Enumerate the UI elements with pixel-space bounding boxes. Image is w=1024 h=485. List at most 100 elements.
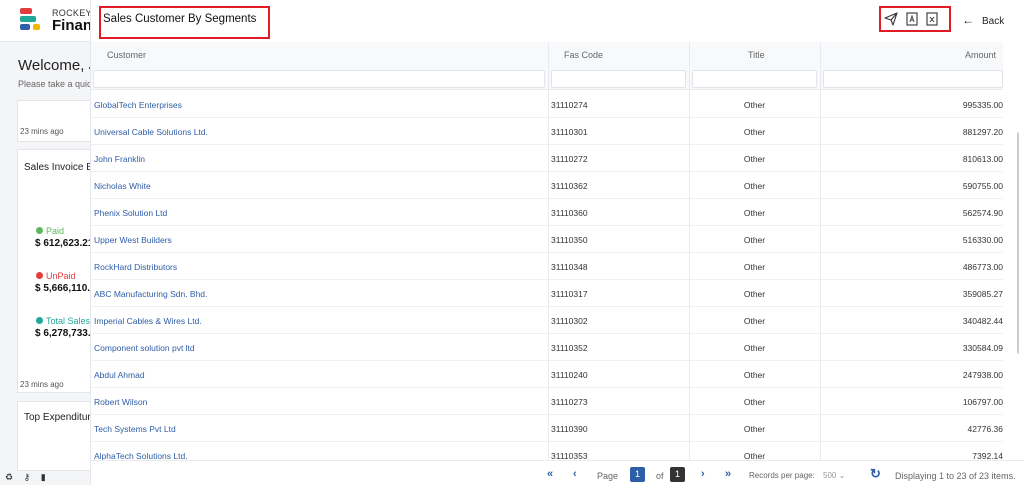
table-row[interactable]: AlphaTech Solutions Ltd. 31110353 Other 739… [91,442,1003,460]
customer-cell[interactable]: Phenix Solution Ltd [94,208,167,218]
title-cell: Other [743,424,766,434]
table-row[interactable]: ABC Manufacturing Sdn. Bhd. 31110317 Other… [91,280,1003,307]
customer-cell[interactable]: Nicholas White [94,181,151,191]
customer-cell[interactable]: ABC Manufacturing Sdn. Bhd. [94,289,207,299]
fas-code-cell: 31110274 [551,100,588,110]
title-cell: Other [743,289,766,299]
table-scrollbar[interactable] [1017,132,1019,354]
column-header-customer[interactable]: Customer [107,50,146,60]
records-per-page-select[interactable]: 500 ⌄ [823,471,845,480]
fas-code-cell: 31110390 [551,424,588,434]
refresh-icon[interactable]: ↻ [870,466,881,482]
customer-cell[interactable]: Imperial Cables & Wires Ltd. [94,316,202,326]
table-row[interactable]: Nicholas White 31110362 Other 590755.00 [91,172,1003,199]
fas-code-cell: 31110360 [551,208,588,218]
fas-code-cell: 31110273 [551,397,588,407]
last-page-icon[interactable]: » [725,468,731,480]
column-header-fas-code[interactable]: Fas Code [564,50,603,60]
records-per-page-value: 500 [823,471,837,480]
table-row[interactable]: Component solution pvt ltd 31110352 Other 3… [91,334,1003,361]
column-header-amount[interactable]: Amount [965,50,996,60]
recycle-icon[interactable]: ♻ [5,472,13,482]
bookmark-icon[interactable]: ▮ [41,472,46,482]
current-page-button[interactable]: 1 [630,467,645,482]
table-row[interactable]: GlobalTech Enterprises 31110274 Other 99533… [91,91,1003,118]
customer-cell[interactable]: Universal Cable Solutions Ltd. [94,127,208,137]
title-cell: Other [743,370,766,380]
title-cell: Other [743,208,766,218]
customer-cell[interactable]: RockHard Distributors [94,262,177,272]
title-cell: Other [743,343,766,353]
card-title-top-expenditure: Top Expenditur [24,412,91,423]
bottom-toolbar: ♻ ⚷ ▮ [5,472,54,483]
customer-cell[interactable]: AlphaTech Solutions Ltd. [94,451,188,460]
fas-code-cell: 31110272 [551,154,588,164]
title-cell: Other [743,235,766,245]
table-row[interactable]: Tech Systems Pvt Ltd 31110390 Other 42776.3… [91,415,1003,442]
amount-cell: 340482.44 [962,316,1003,326]
unpaid-label: UnPaid [46,271,76,281]
first-page-icon[interactable]: « [547,468,553,480]
customer-cell[interactable]: Component solution pvt ltd [94,343,195,353]
title-cell: Other [743,316,766,326]
timestamp-2: 23 mins ago [20,380,64,389]
back-button[interactable]: ← Back [962,13,1004,27]
table-row[interactable]: John Franklin 31110272 Other 810613.00 [91,145,1003,172]
chevron-down-icon: ⌄ [838,471,846,480]
title-cell: Other [743,397,766,407]
table-row[interactable]: Robert Wilson 31110273 Other 106797.00 [91,388,1003,415]
fas-code-filter-input[interactable] [551,70,686,88]
amount-cell: 359085.27 [962,289,1003,299]
customer-cell[interactable]: GlobalTech Enterprises [94,100,182,110]
amount-cell: 247938.00 [962,370,1003,380]
table-row[interactable]: Imperial Cables & Wires Ltd. 31110302 Othe… [91,307,1003,334]
pdf-icon[interactable] [905,12,919,26]
table-row[interactable]: Upper West Builders 31110350 Other 516330.0… [91,226,1003,253]
fas-code-cell: 31110352 [551,343,588,353]
table-row[interactable]: RockHard Distributors 31110348 Other 486773… [91,253,1003,280]
fas-code-cell: 31110348 [551,262,588,272]
column-header-title[interactable]: Title [748,50,765,60]
key-icon[interactable]: ⚷ [24,472,31,482]
customer-filter-input[interactable] [93,70,545,88]
unpaid-dot-icon [36,272,43,279]
page-label: Page [597,471,619,481]
paid-dot-icon [36,227,43,234]
amount-cell: 42776.36 [967,424,1003,434]
prev-page-icon[interactable]: ‹ [573,468,577,480]
amount-cell: 516330.00 [962,235,1003,245]
title-cell: Other [743,154,766,164]
total-dot-icon [36,317,43,324]
records-per-page-label: Records per page: [749,471,815,480]
title-filter-input[interactable] [692,70,817,88]
fas-code-cell: 31110240 [551,370,588,380]
customer-cell[interactable]: Robert Wilson [94,397,147,407]
table-row[interactable]: Abdul Ahmad 31110240 Other 247938.00 [91,361,1003,388]
table-header: Customer Fas Code Title Amount [91,42,1003,90]
next-page-icon[interactable]: › [701,468,705,480]
fas-code-cell: 31110301 [551,127,588,137]
title-cell: Other [743,262,766,272]
amount-cell: 106797.00 [962,397,1003,407]
back-label: Back [982,16,1005,27]
customer-cell[interactable]: Abdul Ahmad [94,370,145,380]
title-cell: Other [743,451,766,460]
panel-title: Sales Customer By Segments [103,13,257,25]
table-row[interactable]: Universal Cable Solutions Ltd. 31110301 Ot… [91,118,1003,145]
paid-value: $ 612,623.21 [35,238,94,249]
customer-cell[interactable]: Upper West Builders [94,235,172,245]
amount-cell: 7392.14 [972,451,1003,460]
fas-code-cell: 31110317 [551,289,588,299]
amount-cell: 995335.00 [962,100,1003,110]
customer-cell[interactable]: John Franklin [94,154,145,164]
send-icon[interactable] [884,12,898,26]
excel-icon[interactable] [925,12,939,26]
timestamp-1: 23 mins ago [20,127,64,136]
fas-code-cell: 31110362 [551,181,588,191]
amount-cell: 562574.90 [962,208,1003,218]
customer-cell[interactable]: Tech Systems Pvt Ltd [94,424,176,434]
table-row[interactable]: Phenix Solution Ltd 31110360 Other 562574.9… [91,199,1003,226]
amount-cell: 486773.00 [962,262,1003,272]
amount-filter-input[interactable] [823,70,1003,88]
title-cell: Other [743,127,766,137]
